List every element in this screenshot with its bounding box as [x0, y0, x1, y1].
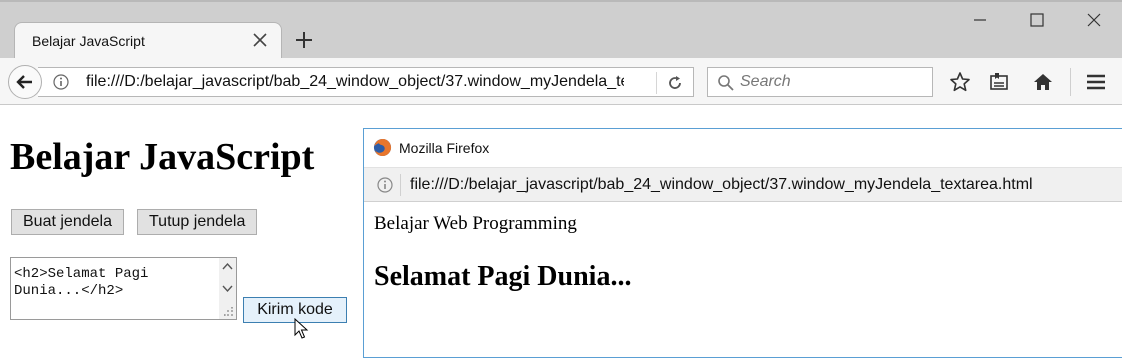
- toolbar-divider: [1070, 68, 1071, 96]
- popup-title: Mozilla Firefox: [399, 140, 490, 156]
- search-icon: [718, 75, 734, 91]
- popup-heading: Selamat Pagi Dunia...: [374, 261, 632, 292]
- tutup-jendela-button[interactable]: Tutup jendela: [137, 209, 258, 235]
- back-button[interactable]: [8, 65, 42, 99]
- info-icon[interactable]: [53, 74, 69, 90]
- popup-title-bar: Mozilla Firefox: [364, 129, 1122, 167]
- close-window-icon[interactable]: [1082, 8, 1106, 32]
- menu-icon[interactable]: [1085, 71, 1107, 93]
- title-bar-top-line: [0, 0, 1122, 2]
- popup-paragraph: Belajar Web Programming: [374, 213, 577, 234]
- scroll-down-icon[interactable]: [222, 285, 233, 293]
- close-tab-icon[interactable]: [251, 31, 269, 49]
- page-title: Belajar JavaScript: [10, 136, 315, 178]
- maximize-icon[interactable]: [1025, 8, 1049, 32]
- bookmark-star-icon[interactable]: [949, 71, 971, 93]
- resize-grip-icon[interactable]: [224, 307, 234, 317]
- tab-title: Belajar JavaScript: [32, 33, 145, 49]
- textarea-scrollbar[interactable]: [219, 258, 236, 319]
- new-tab-icon[interactable]: [292, 28, 316, 52]
- back-arrow-icon: [16, 75, 32, 89]
- search-input[interactable]: Search: [707, 67, 933, 97]
- buat-jendela-button[interactable]: Buat jendela: [11, 209, 124, 235]
- popup-url-text: file:///D:/belajar_javascript/bab_24_win…: [410, 176, 1033, 193]
- reload-icon[interactable]: [666, 74, 684, 92]
- url-bar[interactable]: file:///D:/belajar_javascript/bab_24_win…: [38, 67, 694, 97]
- info-icon[interactable]: [377, 177, 393, 193]
- search-placeholder: Search: [740, 73, 791, 90]
- code-textarea[interactable]: <h2>Selamat Pagi Dunia...</h2>: [10, 257, 237, 320]
- scroll-up-icon[interactable]: [222, 262, 233, 270]
- popup-url-bar: file:///D:/belajar_javascript/bab_24_win…: [364, 167, 1122, 202]
- code-textarea-value: <h2>Selamat Pagi Dunia...</h2>: [14, 266, 149, 299]
- popup-window[interactable]: Mozilla Firefox file:///D:/belajar_javas…: [363, 128, 1122, 358]
- popup-url-divider: [400, 174, 401, 196]
- home-icon[interactable]: [1032, 71, 1054, 93]
- tab-belajar-javascript[interactable]: Belajar JavaScript: [14, 22, 282, 58]
- navigation-bar: file:///D:/belajar_javascript/bab_24_win…: [0, 58, 1122, 105]
- url-bar-divider: [656, 72, 657, 94]
- url-text: file:///D:/belajar_javascript/bab_24_win…: [86, 73, 624, 90]
- firefox-logo-icon: [373, 138, 392, 157]
- mouse-cursor-icon: [294, 318, 309, 339]
- minimize-icon[interactable]: [968, 8, 992, 32]
- tab-strip: Belajar JavaScript: [0, 0, 1122, 58]
- reading-list-icon[interactable]: [988, 71, 1010, 93]
